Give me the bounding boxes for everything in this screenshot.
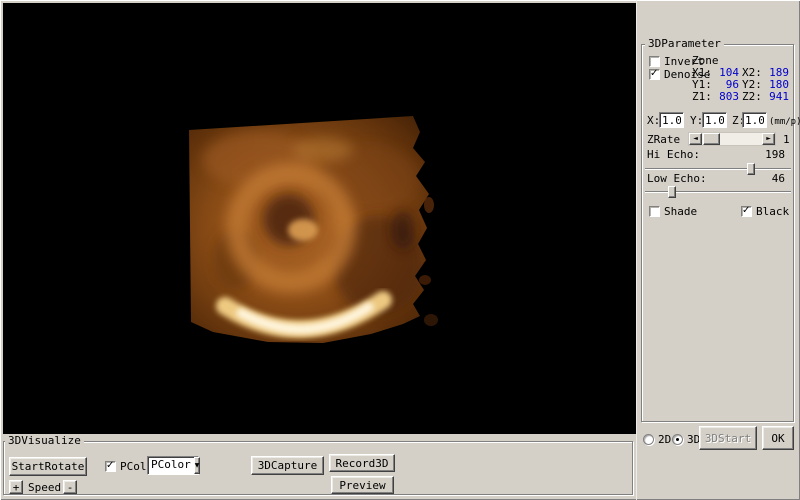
zone-values: X1: 104 X2: 189 Y1: 96 Y2: 180 Z1: 803 Z… [692, 67, 792, 103]
low-echo-slider-track [645, 191, 791, 193]
speed-minus-button[interactable]: - [63, 480, 77, 494]
parameter-groupbox: 3DParameter Invert ✓ Denoise Zone X1: 10… [641, 44, 794, 422]
black-checkbox[interactable]: ✓ Black [741, 205, 789, 218]
zone-z1-label: Z1: [692, 91, 713, 103]
render-viewport[interactable] [3, 3, 636, 434]
pcolor-checkbox-box: ✓ [105, 461, 116, 472]
denoise-checkbox-box: ✓ [649, 69, 660, 80]
preview-button[interactable]: Preview [331, 476, 394, 494]
visualize-group-title: 3DVisualize [5, 435, 84, 447]
scroll-right-glyph: ► [766, 136, 771, 142]
hi-echo-label: Hi Echo: [647, 149, 700, 161]
shade-checkbox-box [649, 206, 660, 217]
pcolor-dropdown[interactable]: PColor ▼ [147, 456, 199, 475]
mode-3d-radio[interactable]: 3D [672, 433, 700, 446]
dropdown-arrow-glyph: ▼ [195, 462, 200, 469]
shade-label: Shade [664, 205, 697, 218]
check-icon: ✓ [106, 460, 114, 471]
zrate-label: ZRate [647, 134, 680, 146]
mode-3d-radio-circle [672, 434, 683, 445]
mode-2d-radio-circle [643, 434, 654, 445]
scroll-right-icon[interactable]: ► [762, 133, 775, 145]
hi-echo-slider-track [645, 168, 791, 170]
zone-z1-value: 803 [713, 91, 742, 103]
invert-checkbox-box [649, 56, 660, 67]
record3d-button[interactable]: Record3D [329, 454, 395, 472]
speed-label: Speed [28, 482, 61, 494]
mode-2d-radio[interactable]: 2D [643, 433, 671, 446]
check-icon: ✓ [650, 68, 658, 79]
zrate-value: 1 [783, 134, 790, 146]
black-label: Black [756, 205, 789, 218]
dropdown-arrow-icon[interactable]: ▼ [194, 457, 201, 474]
start-rotate-button[interactable]: StartRotate [9, 457, 87, 476]
low-echo-value: 46 [772, 173, 785, 185]
low-echo-slider-thumb[interactable] [668, 186, 676, 198]
scale-unit-label: (mm/p) [769, 116, 800, 128]
zone-z2-value: 941 [763, 91, 792, 103]
scale-z-input[interactable] [742, 112, 767, 128]
parameter-group-title: 3DParameter [645, 38, 724, 50]
shade-checkbox[interactable]: Shade [649, 205, 697, 218]
app-window: 3DParameter Invert ✓ Denoise Zone X1: 10… [0, 0, 800, 500]
visualize-panel: 3DVisualize StartRotate + Speed - ✓ PCol… [2, 434, 635, 498]
hi-echo-slider-thumb[interactable] [747, 163, 755, 175]
ultrasound-3d-render [173, 110, 448, 355]
low-echo-label: Low Echo: [647, 173, 707, 185]
zone-z2-label: Z2: [742, 91, 763, 103]
hi-echo-value: 198 [765, 149, 785, 161]
speed-plus-button[interactable]: + [9, 480, 23, 494]
zrate-scrollbar-thumb[interactable] [703, 133, 720, 145]
pcolor-dropdown-value: PColor [148, 457, 194, 474]
scale-y-input[interactable] [702, 112, 727, 128]
scale-x-input[interactable] [659, 112, 684, 128]
check-icon: ✓ [742, 205, 750, 216]
scroll-left-icon[interactable]: ◄ [689, 133, 702, 145]
scroll-left-glyph: ◄ [693, 136, 698, 142]
3dstart-button[interactable]: 3DStart [699, 426, 757, 450]
zrate-scrollbar[interactable]: ◄ ► [688, 132, 776, 146]
mode-2d-label: 2D [658, 433, 671, 446]
ok-button[interactable]: OK [762, 426, 794, 450]
3dcapture-button[interactable]: 3DCapture [251, 456, 324, 475]
low-echo-slider[interactable] [645, 186, 791, 198]
black-checkbox-box: ✓ [741, 206, 752, 217]
parameter-panel: 3DParameter Invert ✓ Denoise Zone X1: 10… [636, 0, 800, 500]
